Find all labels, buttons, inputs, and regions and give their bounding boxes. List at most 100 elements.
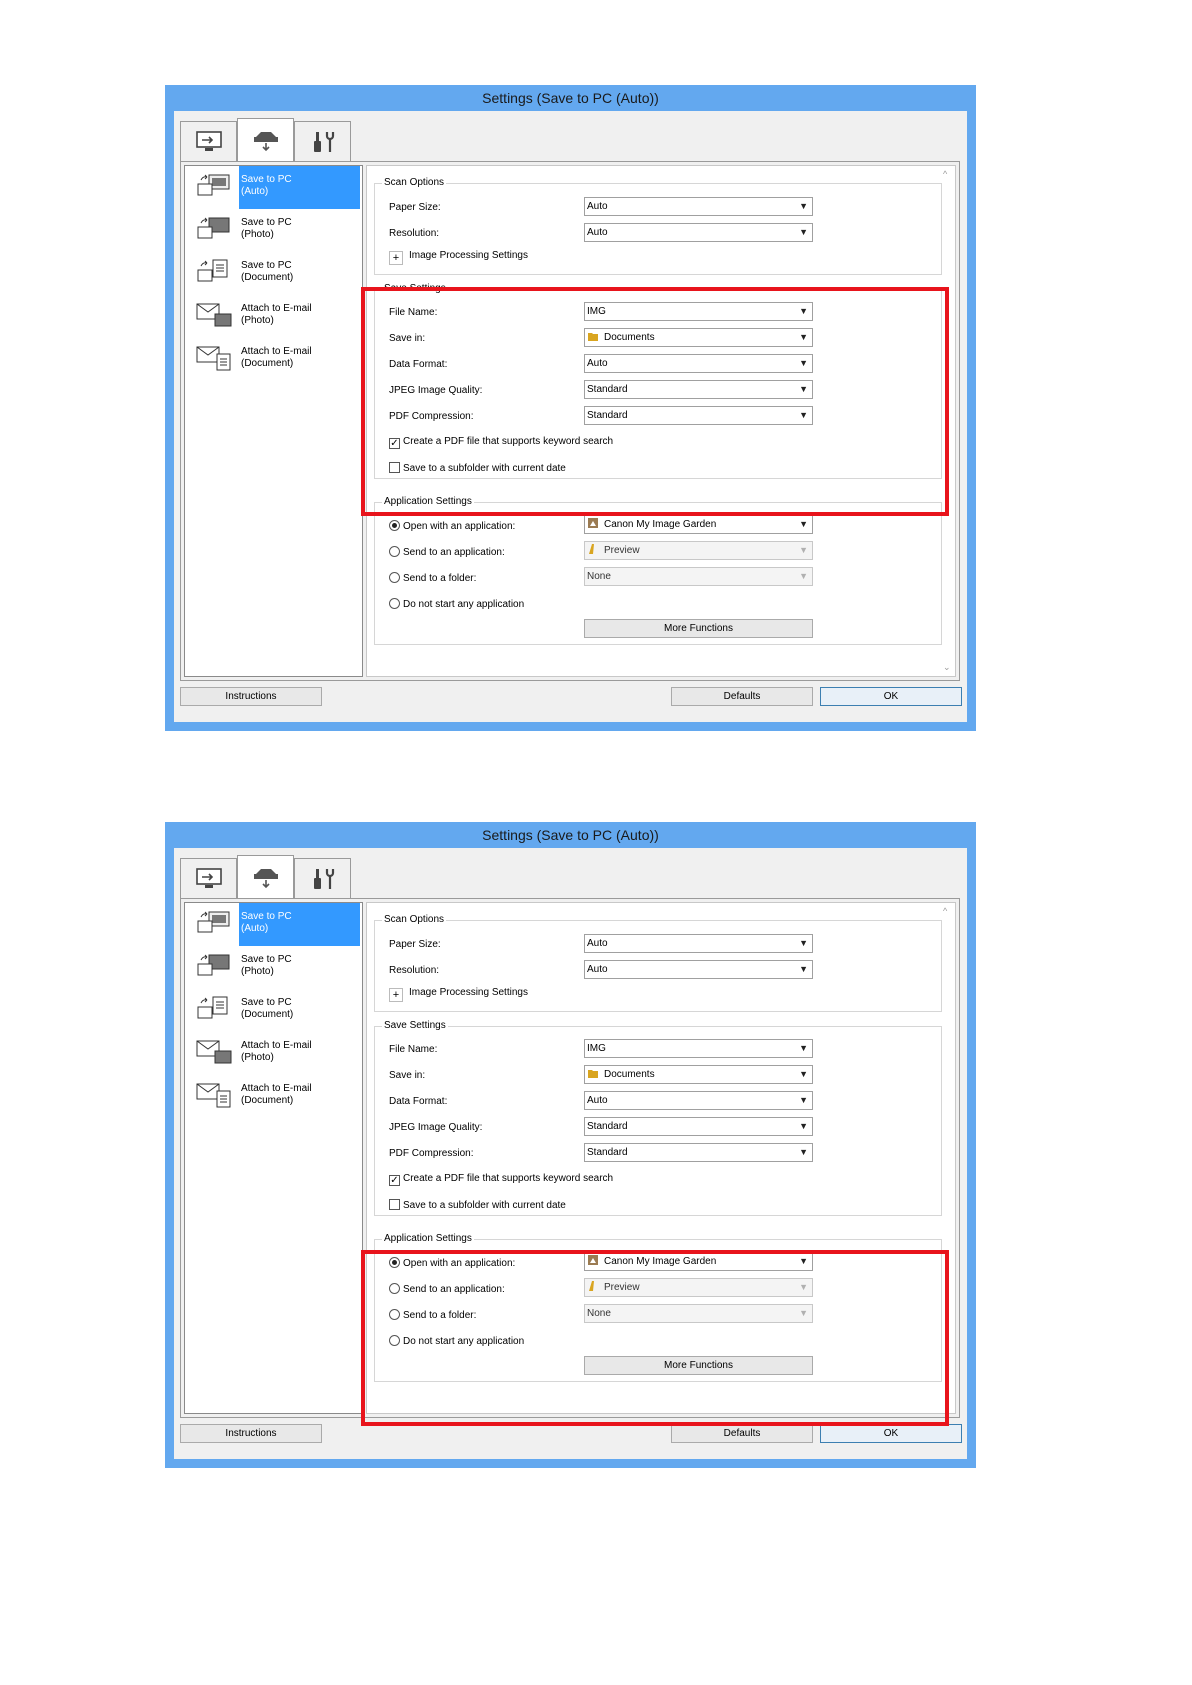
subfolder-option[interactable]: Save to a subfolder with current date bbox=[389, 1199, 566, 1211]
file-name-label: File Name: bbox=[389, 1044, 438, 1055]
list-item-save-document[interactable]: Save to PC (Document) bbox=[185, 252, 362, 295]
image-processing-label: Image Processing Settings bbox=[409, 987, 528, 998]
defaults-button[interactable]: Defaults bbox=[671, 687, 813, 706]
paper-size-value: Auto bbox=[587, 201, 608, 212]
list-item-mail-photo[interactable]: Attach to E-mail (Photo) bbox=[185, 295, 362, 338]
scanner-icon bbox=[253, 131, 278, 151]
save-in-label: Save in: bbox=[389, 1070, 426, 1081]
instructions-button[interactable]: Instructions bbox=[180, 1424, 322, 1443]
list-item-mail-document[interactable]: Attach to E-mail (Document) bbox=[185, 1075, 362, 1118]
subfolder-checkbox[interactable] bbox=[389, 1199, 400, 1210]
resolution-select[interactable]: Auto ▼ bbox=[584, 223, 813, 242]
application-settings-title: Application Settings bbox=[382, 1233, 474, 1244]
computer-scan-icon bbox=[195, 130, 222, 151]
tab-scan-from-computer[interactable] bbox=[180, 121, 237, 161]
scroll-up-icon[interactable]: ^ bbox=[943, 169, 947, 179]
list-item-label: Attach to E-mail (Document) bbox=[241, 1083, 312, 1106]
folder-icon bbox=[588, 1070, 598, 1078]
instructions-button[interactable]: Instructions bbox=[180, 687, 322, 706]
send-to-folder-radio[interactable] bbox=[389, 572, 400, 583]
expand-plus-icon[interactable]: + bbox=[389, 251, 403, 265]
paper-size-select[interactable]: Auto ▼ bbox=[584, 197, 813, 216]
list-item-label: Save to PC (Document) bbox=[241, 260, 294, 283]
ok-button[interactable]: OK bbox=[820, 687, 962, 706]
chevron-down-icon: ▼ bbox=[799, 1069, 808, 1079]
scroll-down-icon[interactable]: ⌄ bbox=[943, 662, 951, 673]
file-name-combo[interactable]: IMG ▼ bbox=[584, 1039, 813, 1058]
tab-scan-from-panel[interactable] bbox=[237, 118, 294, 162]
list-item-label: Save to PC (Photo) bbox=[241, 954, 292, 977]
do-not-start-radio[interactable] bbox=[389, 598, 400, 609]
list-item-save-photo[interactable]: Save to PC (Photo) bbox=[185, 946, 362, 989]
tools-icon bbox=[313, 131, 334, 152]
list-item-label: Save to PC (Document) bbox=[241, 997, 294, 1020]
list-item-mail-document[interactable]: Attach to E-mail (Document) bbox=[185, 338, 362, 381]
mail-document-icon bbox=[196, 1083, 231, 1108]
save-settings-title: Save Settings bbox=[382, 1020, 448, 1031]
chevron-down-icon: ▼ bbox=[799, 227, 808, 237]
image-processing-expander[interactable]: + Image Processing Settings bbox=[389, 250, 528, 265]
save-in-select[interactable]: Documents ▼ bbox=[584, 1065, 813, 1084]
chevron-down-icon: ▼ bbox=[799, 1121, 808, 1131]
send-to-app-option[interactable]: Send to an application: bbox=[389, 546, 505, 558]
resolution-label: Resolution: bbox=[389, 228, 440, 239]
chevron-down-icon: ▼ bbox=[799, 571, 808, 581]
paper-size-label: Paper Size: bbox=[389, 939, 441, 950]
highlight-application-settings bbox=[361, 1250, 949, 1426]
chevron-down-icon: ▼ bbox=[799, 1095, 808, 1105]
tab-scan-from-panel[interactable] bbox=[237, 855, 294, 899]
paper-size-value: Auto bbox=[587, 938, 608, 949]
tab-general-settings[interactable] bbox=[294, 858, 351, 898]
list-item-mail-photo[interactable]: Attach to E-mail (Photo) bbox=[185, 1032, 362, 1075]
scroll-up-icon[interactable]: ^ bbox=[943, 906, 947, 916]
list-item-save-document[interactable]: Save to PC (Document) bbox=[185, 989, 362, 1032]
send-to-app-select[interactable]: Preview ▼ bbox=[584, 541, 813, 560]
scan-options-title: Scan Options bbox=[382, 914, 447, 925]
image-processing-expander[interactable]: + Image Processing Settings bbox=[389, 987, 528, 1002]
jpeg-quality-label: JPEG Image Quality: bbox=[389, 1122, 483, 1133]
send-to-folder-select[interactable]: None ▼ bbox=[584, 567, 813, 586]
send-to-folder-option[interactable]: Send to a folder: bbox=[389, 572, 476, 584]
resolution-select[interactable]: Auto ▼ bbox=[584, 960, 813, 979]
open-with-option[interactable]: Open with an application: bbox=[389, 520, 515, 532]
jpeg-quality-select[interactable]: Standard ▼ bbox=[584, 1117, 813, 1136]
list-item-label: Save to PC (Auto) bbox=[239, 166, 360, 209]
open-with-label: Open with an application: bbox=[403, 521, 516, 532]
expand-plus-icon[interactable]: + bbox=[389, 988, 403, 1002]
send-to-folder-label: Send to a folder: bbox=[403, 573, 477, 584]
window-title: Settings (Save to PC (Auto)) bbox=[482, 90, 659, 106]
jpeg-quality-value: Standard bbox=[587, 1121, 628, 1132]
window-title: Settings (Save to PC (Auto)) bbox=[482, 827, 659, 843]
open-with-select[interactable]: Canon My Image Garden ▼ bbox=[584, 515, 813, 534]
pdf-compression-select[interactable]: Standard ▼ bbox=[584, 1143, 813, 1162]
list-item-label: Save to PC (Auto) bbox=[239, 903, 360, 946]
paper-size-select[interactable]: Auto ▼ bbox=[584, 934, 813, 953]
save-in-value: Documents bbox=[604, 1069, 655, 1080]
resolution-label: Resolution: bbox=[389, 965, 440, 976]
pdf-compression-value: Standard bbox=[587, 1147, 628, 1158]
save-document-icon bbox=[197, 259, 228, 282]
list-item-label: Attach to E-mail (Photo) bbox=[241, 303, 312, 326]
ok-button[interactable]: OK bbox=[820, 1424, 962, 1443]
list-item-save-auto[interactable]: Save to PC (Auto) bbox=[185, 903, 362, 946]
defaults-button[interactable]: Defaults bbox=[671, 1424, 813, 1443]
tab-general-settings[interactable] bbox=[294, 121, 351, 161]
send-to-app-radio[interactable] bbox=[389, 546, 400, 557]
do-not-start-option[interactable]: Do not start any application bbox=[389, 598, 524, 610]
save-auto-icon bbox=[197, 911, 230, 933]
resolution-value: Auto bbox=[587, 964, 608, 975]
tab-scan-from-computer[interactable] bbox=[180, 858, 237, 898]
data-format-select[interactable]: Auto ▼ bbox=[584, 1091, 813, 1110]
open-with-value: Canon My Image Garden bbox=[604, 519, 717, 530]
more-functions-button[interactable]: More Functions bbox=[584, 619, 813, 638]
scan-options-group: Scan Options Paper Size: Auto ▼ Resolutio… bbox=[374, 177, 942, 275]
keyword-search-checkbox[interactable]: ✓ bbox=[389, 1175, 400, 1186]
chevron-down-icon: ▼ bbox=[799, 519, 808, 529]
list-item-save-photo[interactable]: Save to PC (Photo) bbox=[185, 209, 362, 252]
open-with-radio[interactable] bbox=[389, 520, 400, 531]
chevron-down-icon: ▼ bbox=[799, 964, 808, 974]
save-settings-group: Save Settings File Name: IMG ▼ Save in: D… bbox=[374, 1020, 942, 1216]
list-item-save-auto[interactable]: Save to PC (Auto) bbox=[185, 166, 362, 209]
list-item-label: Attach to E-mail (Photo) bbox=[241, 1040, 312, 1063]
keyword-search-option[interactable]: ✓ Create a PDF file that supports keyword… bbox=[389, 1173, 613, 1186]
